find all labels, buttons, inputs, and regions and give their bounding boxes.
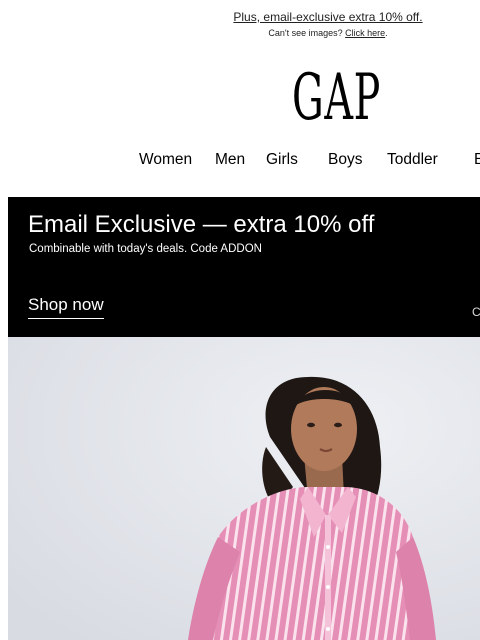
category-nav: Women Men Girls Boys Toddler B [0, 150, 480, 172]
banner-subline: Combinable with today's deals. Code ADDO… [29, 243, 262, 255]
nav-item-baby[interactable]: B [474, 150, 480, 170]
cant-see-images-line: Can't see images? Click here. [268, 28, 388, 38]
nav-item-women[interactable]: Women [139, 150, 192, 170]
nav-item-boys[interactable]: Boys [328, 150, 362, 170]
preheader: Plus, email-exclusive extra 10% off. Can… [0, 9, 480, 40]
click-here-link[interactable]: Click here [345, 28, 385, 38]
model-photo-icon [8, 337, 480, 640]
shop-now-link[interactable]: Shop now [28, 294, 104, 319]
hero-image[interactable] [8, 337, 480, 640]
nav-item-men[interactable]: Men [215, 150, 245, 170]
nav-item-toddler[interactable]: Toddler [387, 150, 438, 170]
banner-headline: Email Exclusive — extra 10% off [28, 211, 375, 238]
promo-link[interactable]: Plus, email-exclusive extra 10% off. [0, 9, 480, 25]
email-exclusive-banner[interactable]: Email Exclusive — extra 10% off Combinab… [8, 197, 480, 337]
cant-see-images-text: Can't see images? [268, 28, 343, 38]
gap-logo[interactable]: GAP [292, 66, 380, 130]
nav-item-girls[interactable]: Girls [266, 150, 298, 170]
banner-edge-text: C [472, 305, 480, 319]
